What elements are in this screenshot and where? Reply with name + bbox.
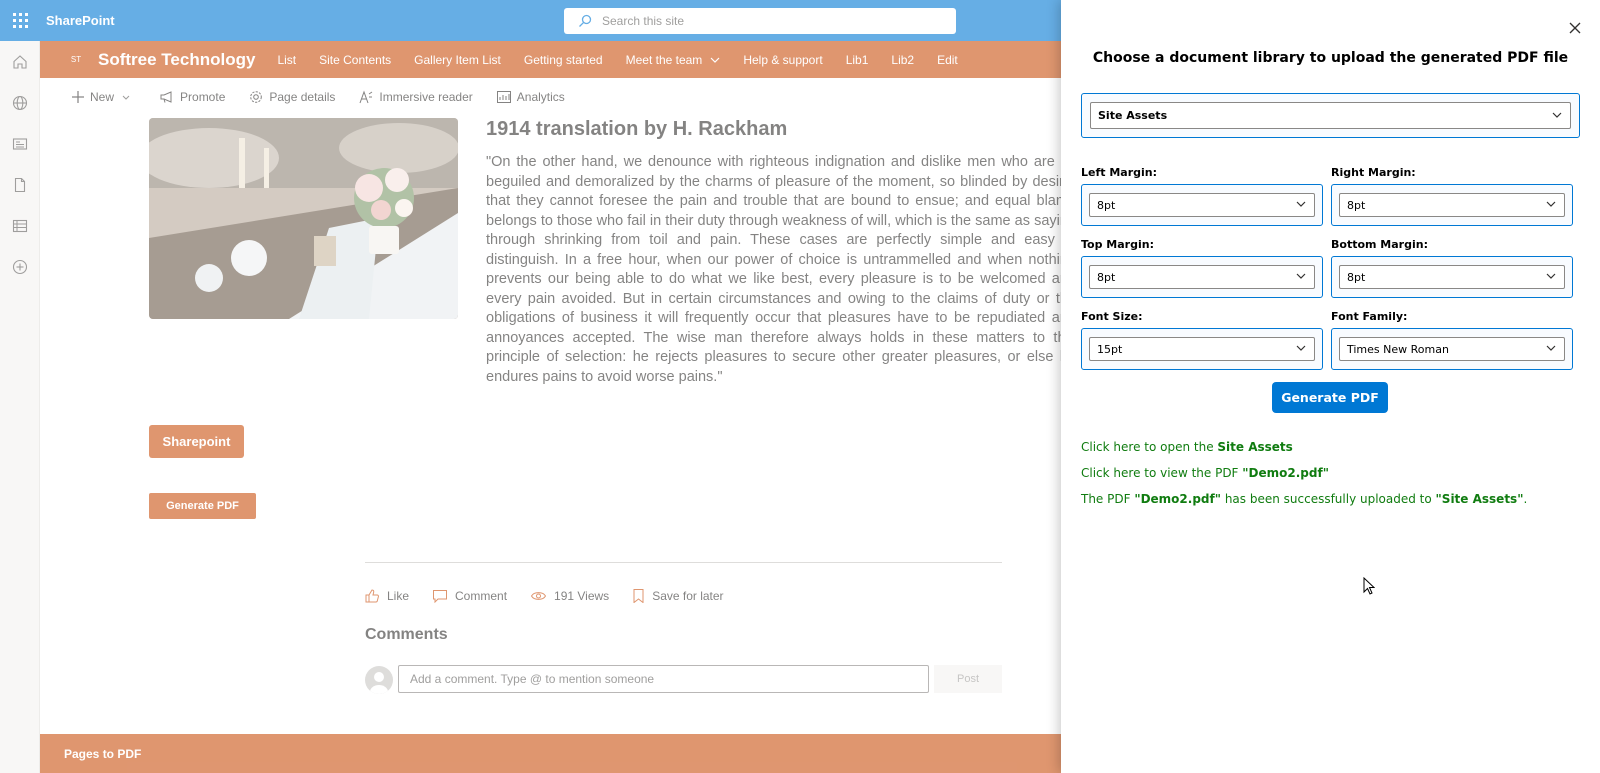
font-family-wrapper: Times New Roman (1331, 328, 1573, 370)
view-pdf-file: "Demo2.pdf" (1242, 466, 1329, 480)
bottom-margin-label: Bottom Margin: (1331, 238, 1428, 251)
chevron-down-icon (1296, 273, 1306, 279)
font-family-label: Font Family: (1331, 310, 1408, 323)
font-family-select[interactable]: Times New Roman (1339, 337, 1565, 361)
success-end: . (1523, 492, 1528, 506)
chevron-down-icon (1546, 273, 1556, 279)
bottom-margin-wrapper: 8pt (1331, 256, 1573, 298)
font-size-label: Font Size: (1081, 310, 1143, 323)
right-margin-wrapper: 8pt (1331, 184, 1573, 226)
library-select-wrapper: Site Assets (1081, 93, 1580, 138)
success-file: "Demo2.pdf" (1134, 492, 1221, 506)
upload-success-message: The PDF "Demo2.pdf" has been successfull… (1081, 492, 1527, 506)
generate-pdf-button[interactable]: Generate PDF (1272, 382, 1388, 413)
left-margin-label: Left Margin: (1081, 166, 1158, 179)
mouse-cursor-icon (1363, 577, 1375, 595)
bottom-margin-select[interactable]: 8pt (1339, 265, 1565, 289)
success-library: "Site Assets" (1435, 492, 1524, 506)
left-margin-select[interactable]: 8pt (1089, 193, 1315, 217)
chevron-down-icon (1552, 112, 1562, 118)
chevron-down-icon (1546, 201, 1556, 207)
pdf-settings-panel: Choose a document library to upload the … (1061, 0, 1600, 773)
success-text-1: The PDF (1081, 492, 1135, 506)
panel-title: Choose a document library to upload the … (1092, 50, 1569, 66)
right-margin-value: 8pt (1347, 198, 1366, 212)
view-pdf-prefix: Click here to view the PDF (1081, 466, 1243, 480)
top-margin-select[interactable]: 8pt (1089, 265, 1315, 289)
library-value: Site Assets (1098, 109, 1168, 122)
close-icon[interactable] (1567, 20, 1583, 36)
open-library-prefix: Click here to open the (1081, 440, 1218, 454)
top-margin-value: 8pt (1097, 270, 1116, 284)
view-pdf-link[interactable]: Click here to view the PDF "Demo2.pdf" (1081, 466, 1329, 480)
left-margin-value: 8pt (1097, 198, 1116, 212)
bottom-margin-value: 8pt (1347, 270, 1366, 284)
open-library-target: Site Assets (1217, 440, 1293, 454)
right-margin-label: Right Margin: (1331, 166, 1416, 179)
library-select[interactable]: Site Assets (1090, 102, 1571, 129)
top-margin-label: Top Margin: (1081, 238, 1154, 251)
font-size-select[interactable]: 15pt (1089, 337, 1315, 361)
font-family-value: Times New Roman (1347, 342, 1449, 356)
chevron-down-icon (1296, 201, 1306, 207)
open-library-link[interactable]: Click here to open the Site Assets (1081, 440, 1293, 454)
right-margin-select[interactable]: 8pt (1339, 193, 1565, 217)
left-margin-wrapper: 8pt (1081, 184, 1323, 226)
success-text-2: has been successfully uploaded to (1221, 492, 1436, 506)
font-size-value: 15pt (1097, 342, 1123, 356)
font-size-wrapper: 15pt (1081, 328, 1323, 370)
chevron-down-icon (1546, 345, 1556, 351)
top-margin-wrapper: 8pt (1081, 256, 1323, 298)
chevron-down-icon (1296, 345, 1306, 351)
